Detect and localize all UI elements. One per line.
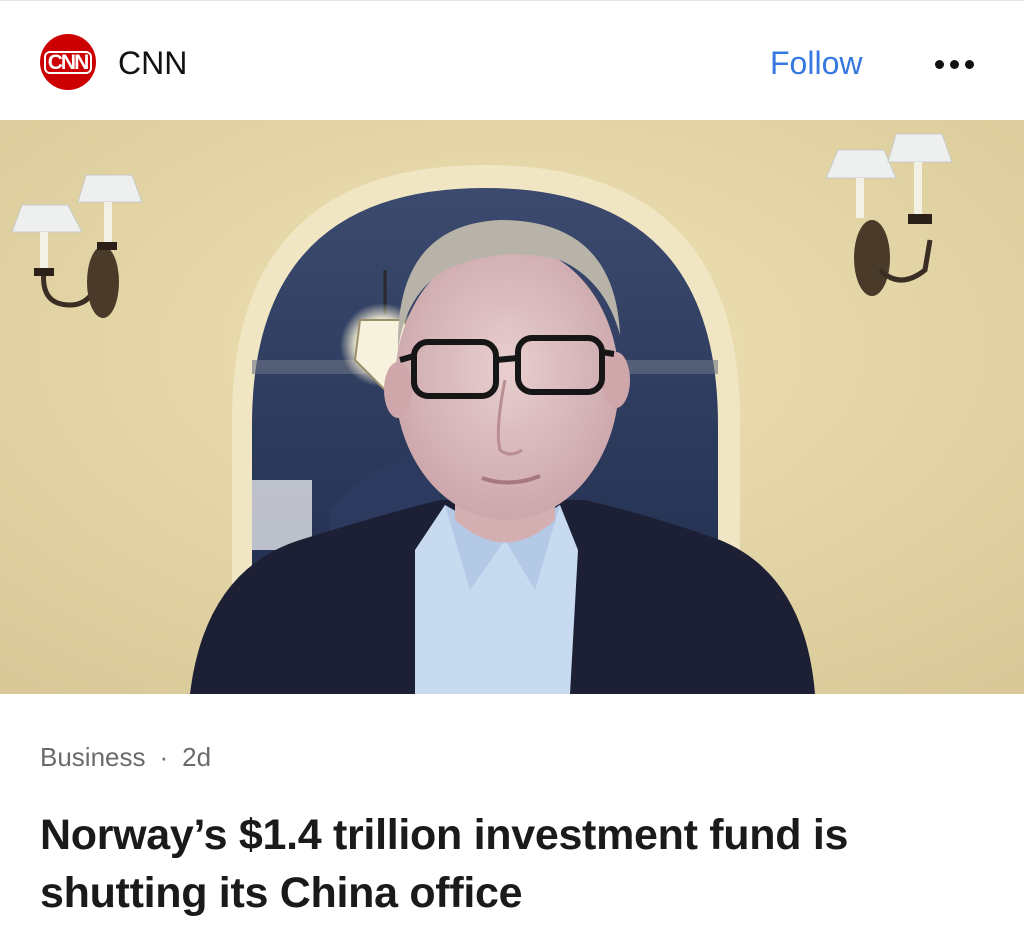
more-options-icon[interactable]	[926, 47, 982, 81]
more-dot	[949, 59, 959, 69]
article-age: 2d	[182, 742, 212, 772]
face	[395, 244, 619, 520]
article-image[interactable]	[0, 120, 1024, 694]
source-name[interactable]: CNN	[118, 43, 187, 83]
right-ear	[602, 352, 630, 408]
follow-button[interactable]: Follow	[770, 43, 862, 83]
cnn-logo[interactable]: CNN	[40, 34, 96, 90]
article-photo	[0, 120, 1024, 694]
more-dot	[964, 59, 974, 69]
logo-text: CNN	[43, 50, 93, 74]
article-headline[interactable]: Norway’s $1.4 trillion investment fund i…	[40, 806, 1000, 922]
article-card[interactable]: CNN CNN Follow Business · 2d Norway’s $1…	[0, 0, 1024, 942]
more-dot	[934, 59, 944, 69]
category-label[interactable]: Business	[40, 742, 146, 772]
meta-separator: ·	[159, 742, 169, 772]
article-meta: Business · 2d	[40, 740, 211, 774]
source-header: CNN CNN Follow	[0, 0, 1024, 120]
left-ear	[384, 362, 412, 418]
